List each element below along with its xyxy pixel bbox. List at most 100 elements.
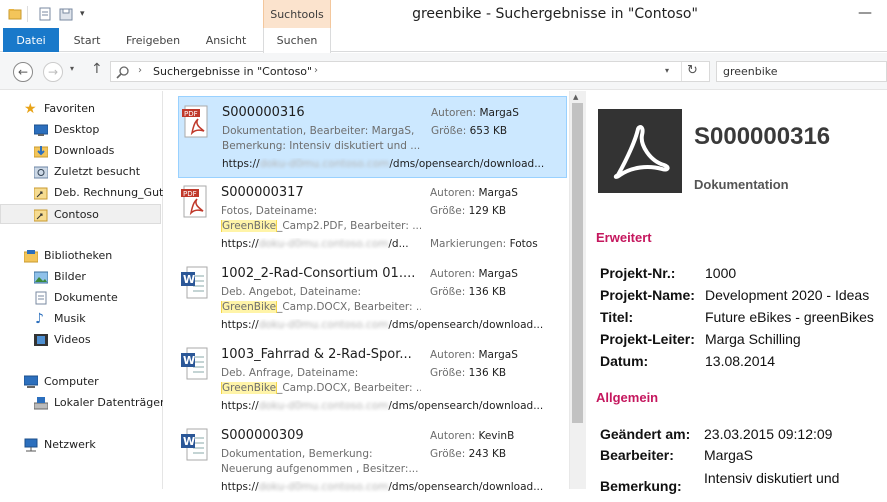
url-suffix: /dms/opensearch/download...: [388, 481, 544, 493]
search-highlight: GreenBike: [221, 382, 278, 394]
url-host-blurred: doku-d0mu.contoso.com: [258, 238, 389, 250]
result-title: 1003_Fahrrad & 2-Rad-Spor...: [221, 347, 412, 362]
result-author: Autoren: MargaS: [431, 107, 519, 119]
results-pane: PDF S000000316 Dokumentation, Bearbeiter…: [163, 91, 569, 493]
result-url: https://doku-d0mu.contoso.com/dms/opense…: [221, 400, 557, 412]
new-folder-icon[interactable]: [59, 7, 73, 21]
svg-text:W: W: [183, 273, 195, 286]
back-arrow-icon[interactable]: ←: [13, 62, 33, 82]
nav-item-downloads[interactable]: Downloads: [0, 141, 161, 161]
folder-shortcut-icon: [33, 208, 48, 222]
result-item[interactable]: PDF S000000317 Fotos, Dateiname: GreenBi…: [178, 177, 567, 259]
url-prefix: https://: [221, 481, 259, 493]
author-value: MargaS: [478, 349, 518, 361]
drive-icon: [33, 396, 49, 410]
breadcrumb-chevron-icon[interactable]: ›: [314, 65, 318, 76]
nav-item-dokumente[interactable]: Dokumente: [0, 288, 161, 308]
tab-freigeben[interactable]: Freigeben: [120, 28, 186, 52]
result-url: https://doku-d0mu.contoso.com/dms/opense…: [222, 158, 558, 170]
result-size: Größe: 136 KB: [430, 286, 506, 298]
folder-shortcut-icon: [33, 186, 48, 200]
nav-label: Musik: [54, 312, 86, 325]
nav-item-musik[interactable]: ♪ Musik: [0, 309, 161, 329]
tab-start[interactable]: Start: [64, 28, 110, 52]
nav-item-recent[interactable]: Zuletzt besucht: [0, 162, 161, 182]
nav-label: Downloads: [54, 144, 115, 157]
tab-ansicht[interactable]: Ansicht: [198, 28, 254, 52]
result-line1: Deb. Anfrage, Dateiname:: [221, 367, 359, 379]
url-prefix: https://: [221, 319, 259, 331]
up-arrow-icon[interactable]: ↑: [91, 61, 103, 77]
result-line1: Fotos, Dateiname:: [221, 205, 318, 217]
result-line2: GreenBike_Camp2.PDF, Bearbeiter: ...: [221, 220, 421, 232]
context-tab-suchtools: Suchtools: [263, 0, 331, 28]
properties-icon[interactable]: [38, 7, 52, 21]
minimize-icon[interactable]: —: [855, 4, 875, 22]
property-key: Projekt-Leiter:: [600, 331, 695, 347]
size-value: 243 KB: [468, 448, 507, 460]
title-bar: ▾ Suchtools greenbike - Suchergebnisse i…: [0, 0, 887, 28]
forward-arrow-icon[interactable]: →: [43, 62, 63, 82]
author-label: Autoren:: [430, 430, 476, 442]
documents-icon: [34, 291, 48, 305]
tab-suchen[interactable]: Suchen: [263, 28, 331, 53]
tab-datei[interactable]: Datei: [3, 28, 59, 52]
scrollbar-thumb[interactable]: [572, 103, 583, 423]
ribbon-tabs: Datei Start Freigeben Ansicht Suchen: [0, 28, 887, 53]
recent-places-icon: [33, 165, 49, 179]
property-value: 23.03.2015 09:12:09: [704, 426, 833, 442]
nav-libraries-header[interactable]: Bibliotheken: [0, 246, 161, 266]
result-item[interactable]: W 1002_2-Rad-Consortium 01.... Deb. Ange…: [178, 258, 567, 340]
result-item[interactable]: W 1003_Fahrrad & 2-Rad-Spor... Deb. Anfr…: [178, 339, 567, 421]
nav-computer-header[interactable]: Computer: [0, 372, 161, 392]
nav-label: Bilder: [54, 270, 86, 283]
result-item[interactable]: PDF S000000316 Dokumentation, Bearbeiter…: [178, 96, 567, 178]
address-row: ← → ▾ ↑ › Suchergebnisse in "Contoso" › …: [0, 53, 887, 90]
refresh-icon[interactable]: ↻: [687, 63, 698, 78]
result-line1: Deb. Angebot, Dateiname:: [221, 286, 362, 298]
address-path: Suchergebnisse in "Contoso": [153, 65, 313, 78]
property-value: Future eBikes - greenBikes: [705, 309, 874, 325]
result-size: Größe: 136 KB: [430, 367, 506, 379]
line2-rest: _Camp2.PDF, Bearbeiter: ...: [277, 220, 421, 232]
property-row: Projekt-Leiter: Marga Schilling: [600, 331, 887, 353]
result-size: Größe: 653 KB: [431, 125, 507, 137]
downloads-icon: [33, 144, 49, 158]
address-bar[interactable]: › Suchergebnisse in "Contoso" › ▾ ↻: [110, 61, 710, 82]
nav-item-deb-rechnung[interactable]: Deb. Rechnung_Gut: [0, 183, 163, 203]
line2-rest: _Camp.DOCX, Bearbeiter: ...: [277, 301, 421, 313]
url-suffix: /dms/opensearch/download...: [388, 400, 544, 412]
result-item[interactable]: W S000000309 Dokumentation, Bemerkung: N…: [178, 420, 567, 502]
result-title: S000000316: [222, 105, 305, 120]
address-dropdown-icon[interactable]: ▾: [665, 66, 669, 75]
search-highlight: GreenBike: [221, 301, 278, 313]
property-row: Projekt-Nr.: 1000: [600, 265, 887, 287]
scroll-up-icon[interactable]: ▲: [573, 93, 578, 101]
property-value: Development 2020 - Ideas: [705, 287, 870, 303]
window-title: greenbike - Suchergebnisse in "Contoso": [412, 6, 698, 22]
customize-quick-access-icon[interactable]: ▾: [80, 7, 94, 21]
nav-label: Netzwerk: [44, 438, 96, 451]
preview-pane: S000000316 Dokumentation Erweitert Proje…: [586, 91, 887, 494]
tags-label: Markierungen:: [430, 238, 507, 250]
nav-item-bilder[interactable]: Bilder: [0, 267, 161, 287]
recent-locations-icon[interactable]: ▾: [70, 64, 74, 73]
url-host-blurred: doku-d0mu.contoso.com: [258, 319, 389, 331]
search-input[interactable]: greenbike: [716, 61, 887, 82]
pictures-icon: [33, 270, 49, 284]
result-title: S000000309: [221, 428, 304, 443]
nav-item-contoso[interactable]: Contoso: [0, 204, 161, 224]
result-size: Größe: 243 KB: [430, 448, 506, 460]
nav-network-header[interactable]: Netzwerk: [0, 435, 161, 455]
nav-item-desktop[interactable]: Desktop: [0, 120, 161, 140]
folder-icon[interactable]: [8, 7, 22, 21]
nav-item-local-disk[interactable]: Lokaler Datenträger: [0, 393, 165, 413]
nav-item-videos[interactable]: Videos: [0, 330, 161, 350]
network-icon: [24, 438, 38, 452]
nav-favorites-header[interactable]: ★ Favoriten: [0, 99, 161, 119]
pdf-file-icon: PDF: [182, 105, 210, 139]
search-location-icon: [116, 65, 130, 82]
nav-label: Desktop: [54, 123, 100, 136]
star-icon: ★: [24, 101, 37, 117]
property-key: Geändert am:: [600, 426, 691, 442]
